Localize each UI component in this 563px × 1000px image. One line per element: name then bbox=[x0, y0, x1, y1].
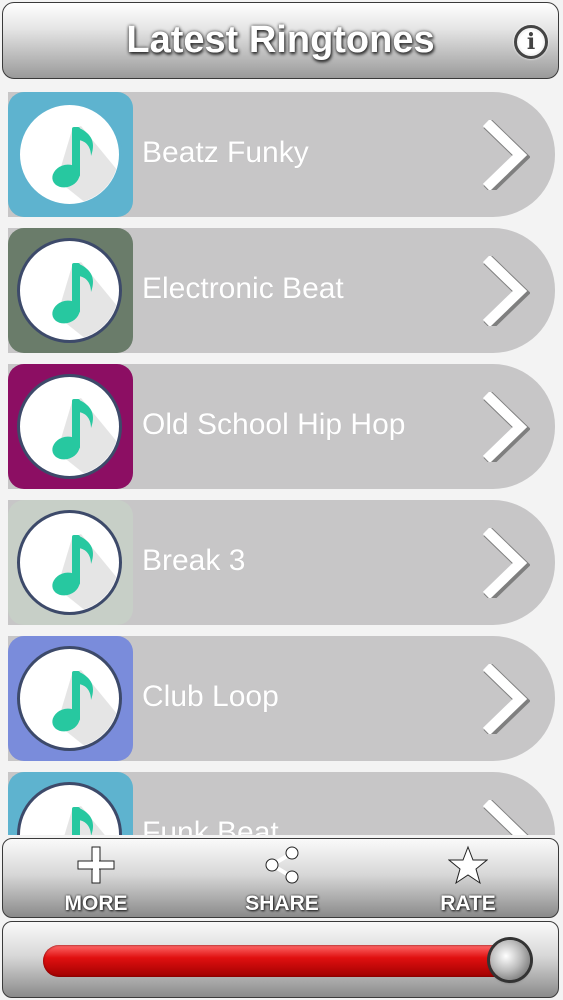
star-icon bbox=[447, 845, 489, 885]
ringtone-title: Break 3 bbox=[142, 544, 246, 577]
music-note-icon bbox=[52, 126, 119, 204]
volume-fill bbox=[43, 945, 510, 977]
chevron-right-icon[interactable] bbox=[480, 800, 530, 835]
ringtone-title: Electronic Beat bbox=[142, 272, 344, 305]
share-label: SHARE bbox=[245, 892, 319, 915]
ringtone-row[interactable]: Club Loop bbox=[8, 636, 555, 761]
bottom-toolbar: MORE SHARE RATE bbox=[2, 838, 559, 918]
music-note-icon bbox=[52, 398, 119, 476]
music-note-icon bbox=[52, 262, 119, 340]
ringtone-thumbnail bbox=[8, 92, 133, 217]
ringtone-thumbnail bbox=[8, 364, 133, 489]
ringtone-row[interactable]: Electronic Beat bbox=[8, 228, 555, 353]
chevron-right-icon[interactable] bbox=[480, 392, 530, 462]
more-label: MORE bbox=[64, 892, 128, 915]
ringtone-title: Funk Beat bbox=[142, 816, 279, 835]
ringtone-title: Old School Hip Hop bbox=[142, 408, 406, 441]
ringtone-title: Club Loop bbox=[142, 680, 279, 713]
ringtone-row[interactable]: Old School Hip Hop bbox=[8, 364, 555, 489]
volume-panel bbox=[2, 921, 559, 998]
ringtone-title: Beatz Funky bbox=[142, 136, 309, 169]
ringtone-thumbnail bbox=[8, 500, 133, 625]
chevron-right-icon[interactable] bbox=[480, 664, 530, 734]
plus-icon bbox=[77, 846, 115, 884]
rate-button[interactable]: RATE bbox=[408, 845, 528, 916]
page-title: Latest Ringtones bbox=[126, 19, 435, 61]
ringtone-thumbnail bbox=[8, 772, 133, 835]
share-icon bbox=[265, 846, 299, 884]
rate-label: RATE bbox=[440, 892, 496, 915]
ringtone-row[interactable]: Funk Beat bbox=[8, 772, 555, 835]
music-note-icon bbox=[57, 806, 119, 835]
chevron-right-icon[interactable] bbox=[480, 256, 530, 326]
ringtone-thumbnail bbox=[8, 228, 133, 353]
chevron-right-icon[interactable] bbox=[480, 528, 530, 598]
ringtone-thumbnail bbox=[8, 636, 133, 761]
ringtone-row[interactable]: Beatz Funky bbox=[8, 92, 555, 217]
info-icon[interactable]: i bbox=[514, 25, 548, 59]
volume-thumb[interactable] bbox=[489, 940, 530, 980]
ringtone-list[interactable]: Beatz Funky Electronic Beat Old School Hip… bbox=[0, 88, 563, 835]
volume-slider[interactable] bbox=[43, 940, 530, 980]
ringtone-row[interactable]: Break 3 bbox=[8, 500, 555, 625]
chevron-right-icon[interactable] bbox=[480, 120, 530, 190]
music-note-icon bbox=[52, 534, 119, 612]
share-button[interactable]: SHARE bbox=[222, 845, 342, 916]
more-button[interactable]: MORE bbox=[36, 845, 156, 916]
app-header: Latest Ringtones i bbox=[2, 2, 559, 79]
music-note-icon bbox=[52, 670, 119, 748]
